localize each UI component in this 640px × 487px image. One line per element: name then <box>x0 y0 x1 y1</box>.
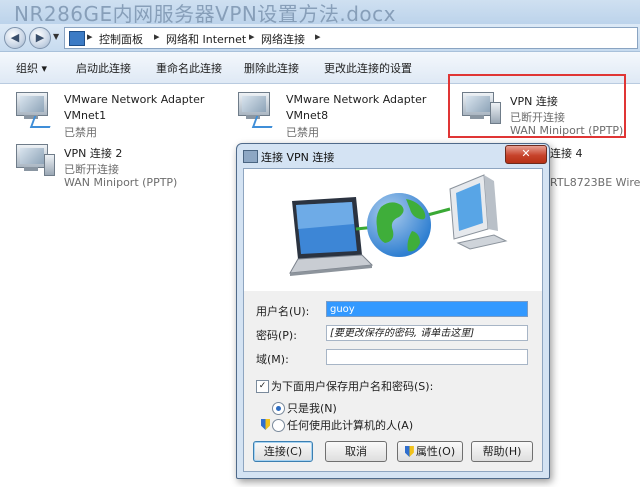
network-icon <box>243 150 258 163</box>
back-button[interactable]: ◀ <box>4 27 26 49</box>
domain-label: 域(M): <box>256 353 289 366</box>
cancel-button[interactable]: 取消 <box>325 441 387 462</box>
connection-name: 连接 4 <box>550 147 583 160</box>
username-value: guoy <box>330 304 355 315</box>
list-item[interactable]: VMware Network Adapter VMnet8 已禁用 <box>236 90 446 140</box>
connection-name: VMware Network Adapter <box>286 93 427 106</box>
back-arrow-icon: ◀ <box>10 31 20 44</box>
control-panel-icon <box>69 31 85 46</box>
connection-status: 已禁用 <box>286 126 319 139</box>
address-bar[interactable]: ▸ 控制面板 ▸ 网络和 Internet ▸ 网络连接 ▸ <box>64 27 638 49</box>
breadcrumb-network-connections[interactable]: 网络连接 <box>261 31 305 47</box>
save-for-me-radio[interactable] <box>272 402 285 415</box>
connect-vpn-dialog: 连接 VPN 连接 ✕ 用户名(U): guoy 密码(P): [要更改保存的密… <box>236 143 550 479</box>
rename-connection-button[interactable]: 重命名此连接 <box>156 60 222 76</box>
desktop-monitor-icon <box>449 174 508 250</box>
enable-connection-button[interactable]: 启动此连接 <box>76 60 131 76</box>
username-label: 用户名(U): <box>256 305 310 318</box>
history-dropdown-icon[interactable]: ▼ <box>53 32 59 41</box>
list-item[interactable]: VMware Network Adapter VMnet1 已禁用 <box>14 90 234 140</box>
laptop-icon <box>289 197 374 276</box>
properties-label: 属性(O) <box>415 445 456 458</box>
navigation-bar: ◀ ▶ ▼ ▸ 控制面板 ▸ 网络和 Internet ▸ 网络连接 ▸ <box>0 24 640 52</box>
dialog-body: 用户名(U): guoy 密码(P): [要更改保存的密码, 请单击这里] 域(… <box>243 168 543 472</box>
network-adapter-icon <box>14 90 55 130</box>
connection-device: VMnet1 <box>64 109 107 122</box>
list-item[interactable]: 连接 4 RTL8723BE Wirele <box>548 142 640 192</box>
forward-button[interactable]: ▶ <box>29 27 51 49</box>
breadcrumb-separator[interactable]: ▸ <box>87 30 93 43</box>
list-item[interactable]: VPN 连接 2 已断开连接 WAN Miniport (PPTP) <box>14 142 234 192</box>
password-label: 密码(P): <box>256 329 297 342</box>
close-button[interactable]: ✕ <box>505 145 547 164</box>
uac-shield-icon <box>404 446 414 457</box>
breadcrumb-control-panel[interactable]: 控制面板 <box>99 31 143 47</box>
breadcrumb-separator[interactable]: ▸ <box>249 30 255 43</box>
password-input[interactable]: [要更改保存的密码, 请单击这里] <box>326 325 528 341</box>
breadcrumb-network-internet[interactable]: 网络和 Internet <box>166 31 246 47</box>
save-for-me-label: 只是我(N) <box>287 402 337 415</box>
save-for-anyone-radio[interactable] <box>272 419 285 432</box>
change-connection-settings-button[interactable]: 更改此连接的设置 <box>324 60 412 76</box>
network-adapter-icon <box>236 90 277 130</box>
breadcrumb-separator[interactable]: ▸ <box>154 30 160 43</box>
connection-name: VMware Network Adapter <box>64 93 205 106</box>
window-title: NR286GE内网服务器VPN设置方法.docx <box>14 2 396 26</box>
organize-menu[interactable]: 组织 ▾ <box>16 60 47 76</box>
connection-device: VMnet8 <box>286 109 329 122</box>
connection-name: VPN 连接 2 <box>64 147 123 160</box>
save-credentials-checkbox[interactable]: ✓ <box>256 380 269 393</box>
globe-icon <box>367 193 431 257</box>
uac-shield-icon <box>261 419 270 430</box>
forward-arrow-icon: ▶ <box>35 31 45 44</box>
password-placeholder: [要更改保存的密码, 请单击这里] <box>330 328 475 339</box>
breadcrumb-separator[interactable]: ▸ <box>315 30 321 43</box>
connect-button[interactable]: 连接(C) <box>253 441 313 462</box>
delete-connection-button[interactable]: 删除此连接 <box>244 60 299 76</box>
vpn-connection-icon <box>14 142 55 182</box>
connection-device: WAN Miniport (PPTP) <box>64 176 178 189</box>
properties-button[interactable]: 属性(O) <box>397 441 463 462</box>
save-for-anyone-label: 任何使用此计算机的人(A) <box>287 419 414 432</box>
save-credentials-label: 为下面用户保存用户名和密码(S): <box>271 380 434 393</box>
highlight-annotation <box>448 74 626 138</box>
connection-status: 已禁用 <box>64 126 97 139</box>
vpn-banner-illustration <box>244 169 542 291</box>
connection-status: 已断开连接 <box>64 163 119 176</box>
help-button[interactable]: 帮助(H) <box>471 441 533 462</box>
dialog-title: 连接 VPN 连接 <box>261 151 335 164</box>
username-input[interactable]: guoy <box>326 301 528 317</box>
domain-input[interactable] <box>326 349 528 365</box>
connection-device: RTL8723BE Wirele <box>550 176 640 189</box>
